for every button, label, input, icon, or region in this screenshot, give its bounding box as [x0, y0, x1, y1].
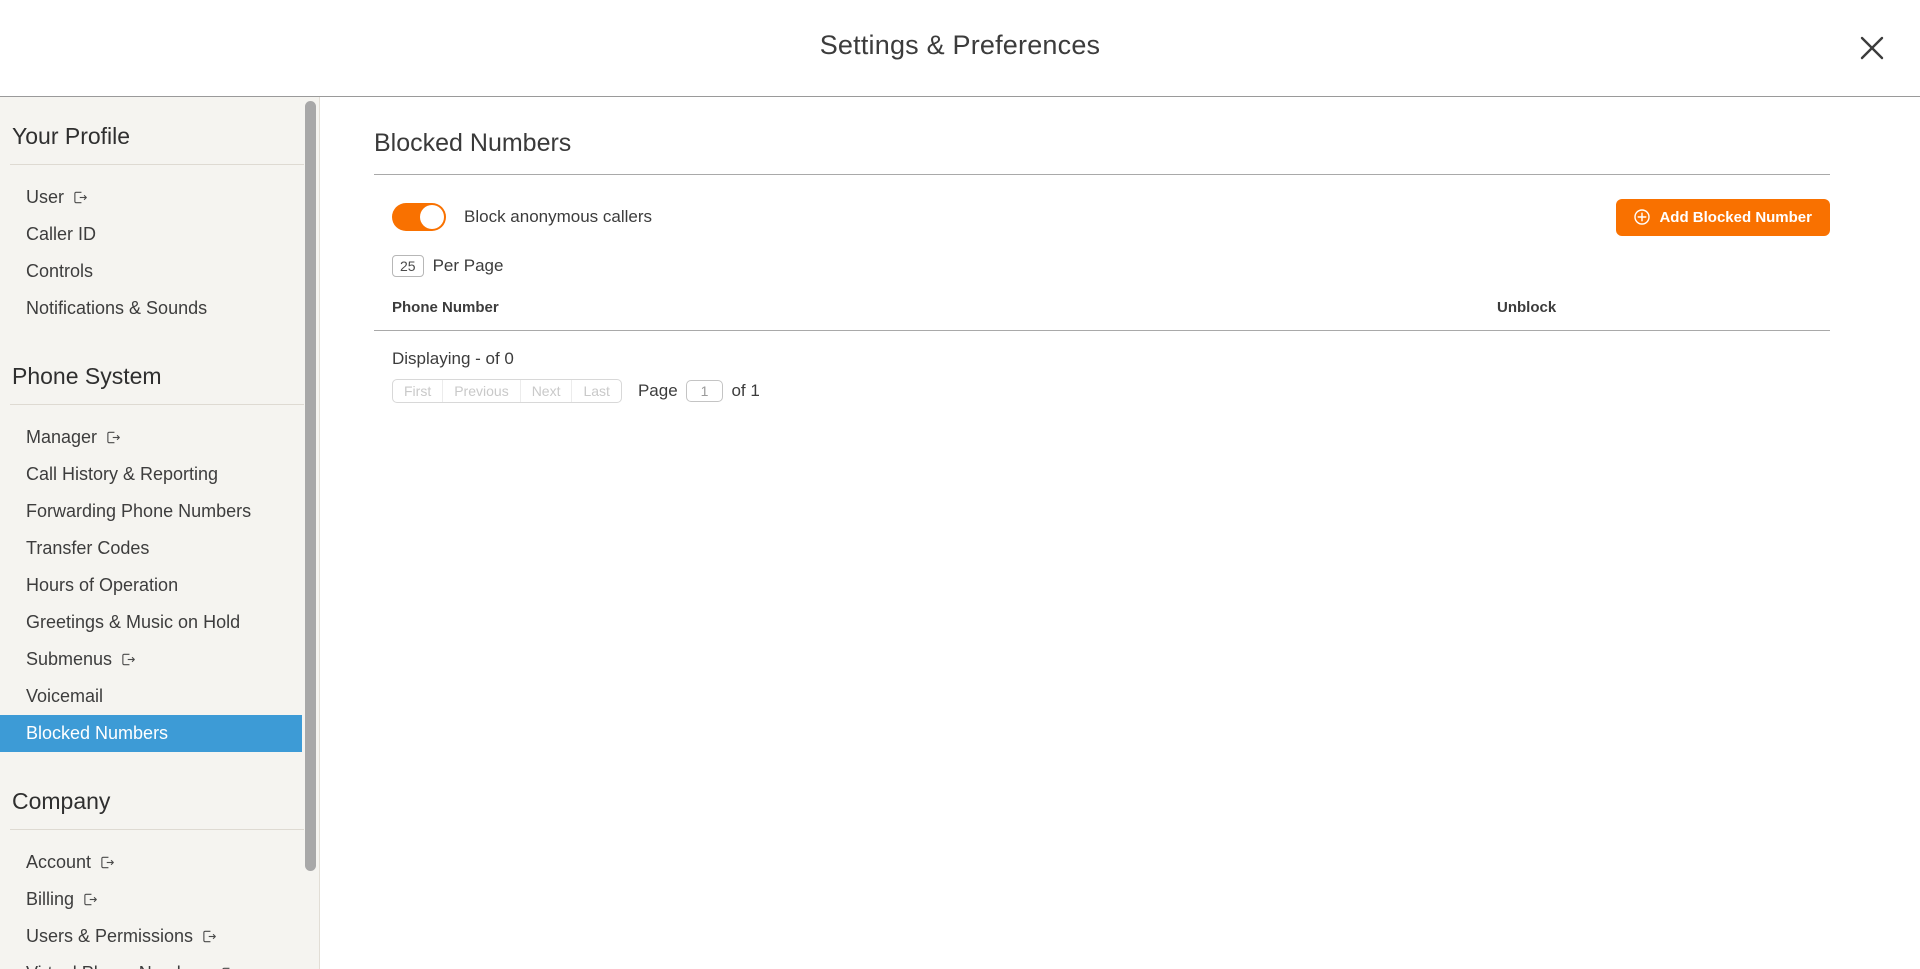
column-header-phone-number: Phone Number: [392, 299, 499, 316]
sidebar-item-label: Blocked Numbers: [26, 723, 169, 743]
sidebar-item-manager[interactable]: Manager: [0, 419, 320, 456]
sidebar-section-items: Account Billing Users & Permissions Virtual…: [0, 830, 320, 969]
pagination-previous-button[interactable]: Previous: [443, 380, 521, 402]
toolbar-row: Block anonymous callers Add Blocked Numb…: [374, 175, 1830, 237]
column-header-unblock: Unblock: [1497, 299, 1557, 316]
sidebar-item-forwarding-phone-numbers[interactable]: Forwarding Phone Numbers: [0, 493, 320, 530]
sidebar-item-controls[interactable]: Controls: [0, 253, 320, 290]
add-blocked-number-label: Add Blocked Number: [1659, 208, 1812, 226]
per-page-label: Per Page: [432, 256, 504, 275]
sidebar-item-label: Users & Permissions: [26, 926, 194, 946]
sidebar-item-label: Transfer Codes: [26, 538, 150, 558]
sidebar-section-title: Phone System: [12, 363, 162, 389]
block-anonymous-toggle-group[interactable]: Block anonymous callers: [374, 203, 652, 231]
sidebar-item-submenus[interactable]: Submenus: [0, 641, 320, 678]
page-number-input[interactable]: 1: [685, 380, 724, 402]
sidebar-item-blocked-numbers[interactable]: Blocked Numbers: [0, 715, 302, 752]
sidebar-item-label: Caller ID: [26, 224, 97, 244]
sidebar-item-label: Account: [26, 852, 92, 872]
sidebar-item-label: Manager: [26, 427, 98, 447]
sidebar-item-label: Billing: [26, 889, 75, 909]
sidebar-item-billing[interactable]: Billing: [0, 881, 320, 918]
toggle-label: Block anonymous callers: [464, 207, 653, 226]
pagination-next-button[interactable]: Next: [521, 380, 573, 402]
sidebar-item-label: Voicemail: [26, 686, 104, 706]
close-icon: [1857, 33, 1887, 63]
page-title: Settings & Preferences: [819, 30, 1101, 60]
table-header-row: Phone Number Unblock: [374, 277, 1830, 330]
close-button[interactable]: [1850, 26, 1894, 70]
sidebar-section-items: Manager Call History & Reporting Forwardin…: [0, 405, 320, 762]
content-title: Blocked Numbers: [374, 129, 572, 157]
block-anonymous-toggle[interactable]: [392, 203, 446, 231]
sidebar-item-caller-id[interactable]: Caller ID: [0, 216, 320, 253]
sidebar-item-account[interactable]: Account: [0, 844, 320, 881]
external-link-icon: [73, 190, 88, 205]
sidebar-item-greetings-music-on-hold[interactable]: Greetings & Music on Hold: [0, 604, 320, 641]
sidebar-item-label: Virtual Phone Numbers: [26, 963, 212, 969]
settings-sidebar[interactable]: Your Profile User Caller ID Controls Notific…: [0, 97, 320, 969]
sidebar-item-call-history-reporting[interactable]: Call History & Reporting: [0, 456, 320, 493]
external-link-icon: [106, 430, 121, 445]
sidebar-section-title: Your Profile: [12, 123, 131, 149]
sidebar-item-hours-of-operation[interactable]: Hours of Operation: [0, 567, 320, 604]
sidebar-item-label: Hours of Operation: [26, 575, 179, 595]
external-link-icon: [83, 892, 98, 907]
per-page-row: 25 Per Page: [374, 237, 1830, 277]
sidebar-item-users-permissions[interactable]: Users & Permissions: [0, 918, 320, 955]
pagination-buttons: First Previous Next Last: [392, 379, 622, 403]
per-page-input[interactable]: 25: [392, 255, 424, 277]
sidebar-item-label: Forwarding Phone Numbers: [26, 501, 252, 521]
sidebar-item-virtual-phone-numbers[interactable]: Virtual Phone Numbers: [0, 955, 320, 969]
toggle-knob: [420, 205, 444, 229]
pagination-first-button[interactable]: First: [393, 380, 444, 402]
sidebar-item-label: Call History & Reporting: [26, 464, 219, 484]
sidebar-scrollbar-thumb[interactable]: [305, 101, 316, 871]
plus-circle-icon: [1634, 209, 1651, 225]
sidebar-item-label: Greetings & Music on Hold: [26, 612, 241, 632]
main-content: Blocked Numbers Block anonymous callers: [320, 97, 1920, 969]
sidebar-item-label: Controls: [26, 261, 94, 281]
page-navigator: Page 1 of 1: [638, 380, 760, 402]
pagination-last-button[interactable]: Last: [572, 380, 620, 402]
sidebar-section-items: User Caller ID Controls Notifications & Sou…: [0, 165, 320, 337]
sidebar-item-transfer-codes[interactable]: Transfer Codes: [0, 530, 320, 567]
sidebar-item-voicemail[interactable]: Voicemail: [0, 678, 320, 715]
sidebar-section-title: Company: [12, 788, 111, 814]
page-total-label: of 1: [731, 381, 760, 400]
sidebar-item-notifications-sounds[interactable]: Notifications & Sounds: [0, 290, 320, 327]
external-link-icon: [121, 652, 136, 667]
add-blocked-number-button[interactable]: Add Blocked Number: [1616, 198, 1830, 236]
displaying-count: Displaying - of 0: [392, 349, 514, 368]
external-link-icon: [100, 855, 115, 870]
sidebar-item-label: User: [26, 187, 65, 207]
sidebar-item-label: Submenus: [26, 649, 113, 669]
sidebar-item-user[interactable]: User: [0, 179, 320, 216]
dialog-header: Settings & Preferences: [0, 0, 1920, 97]
external-link-icon: [202, 929, 217, 944]
pagination-row: First Previous Next Last Page 1 of 1: [374, 379, 1830, 403]
sidebar-item-label: Notifications & Sounds: [26, 298, 208, 318]
page-label: Page: [637, 381, 678, 400]
